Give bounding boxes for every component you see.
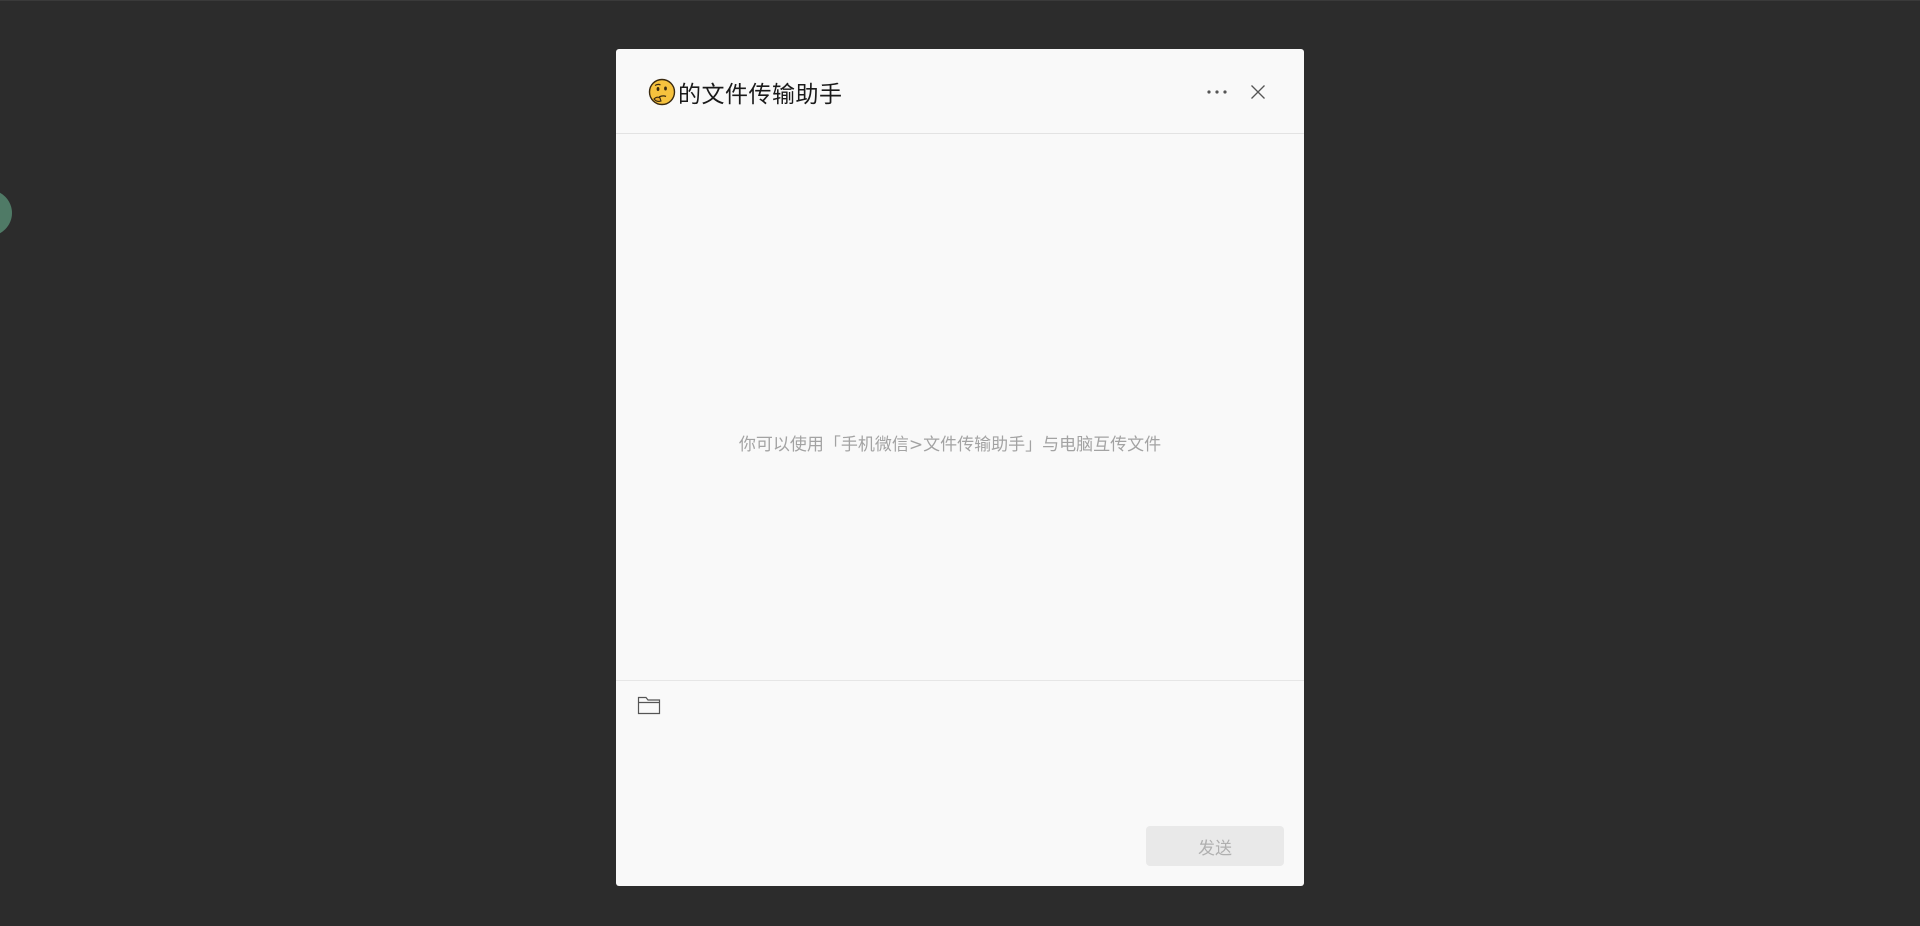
- thinking-face-icon: [648, 78, 676, 106]
- message-area: 你可以使用「手机微信>文件传输助手」与电脑互传文件: [616, 134, 1304, 730]
- more-options-button[interactable]: [1202, 77, 1232, 107]
- side-avatar[interactable]: [0, 190, 12, 236]
- more-horizontal-icon: [1207, 90, 1227, 94]
- dialog-title: 的文件传输助手: [678, 82, 843, 108]
- file-transfer-dialog: 的文件传输助手 你可以使用「手机微信>文件传输助手」与电脑互传文件 发送: [616, 49, 1304, 886]
- dialog-title-group: 的文件传输助手: [648, 76, 843, 108]
- empty-chat-hint: 你可以使用「手机微信>文件传输助手」与电脑互传文件: [738, 435, 1162, 455]
- folder-icon: [637, 696, 661, 715]
- send-button[interactable]: 发送: [1146, 826, 1284, 866]
- composer-divider: [616, 680, 1304, 681]
- close-button[interactable]: [1243, 77, 1273, 107]
- window-top-edge: [0, 0, 1920, 1]
- dialog-header: 的文件传输助手: [616, 49, 1304, 134]
- message-input[interactable]: [632, 725, 1292, 819]
- close-icon: [1251, 85, 1265, 99]
- send-file-button[interactable]: [634, 690, 664, 720]
